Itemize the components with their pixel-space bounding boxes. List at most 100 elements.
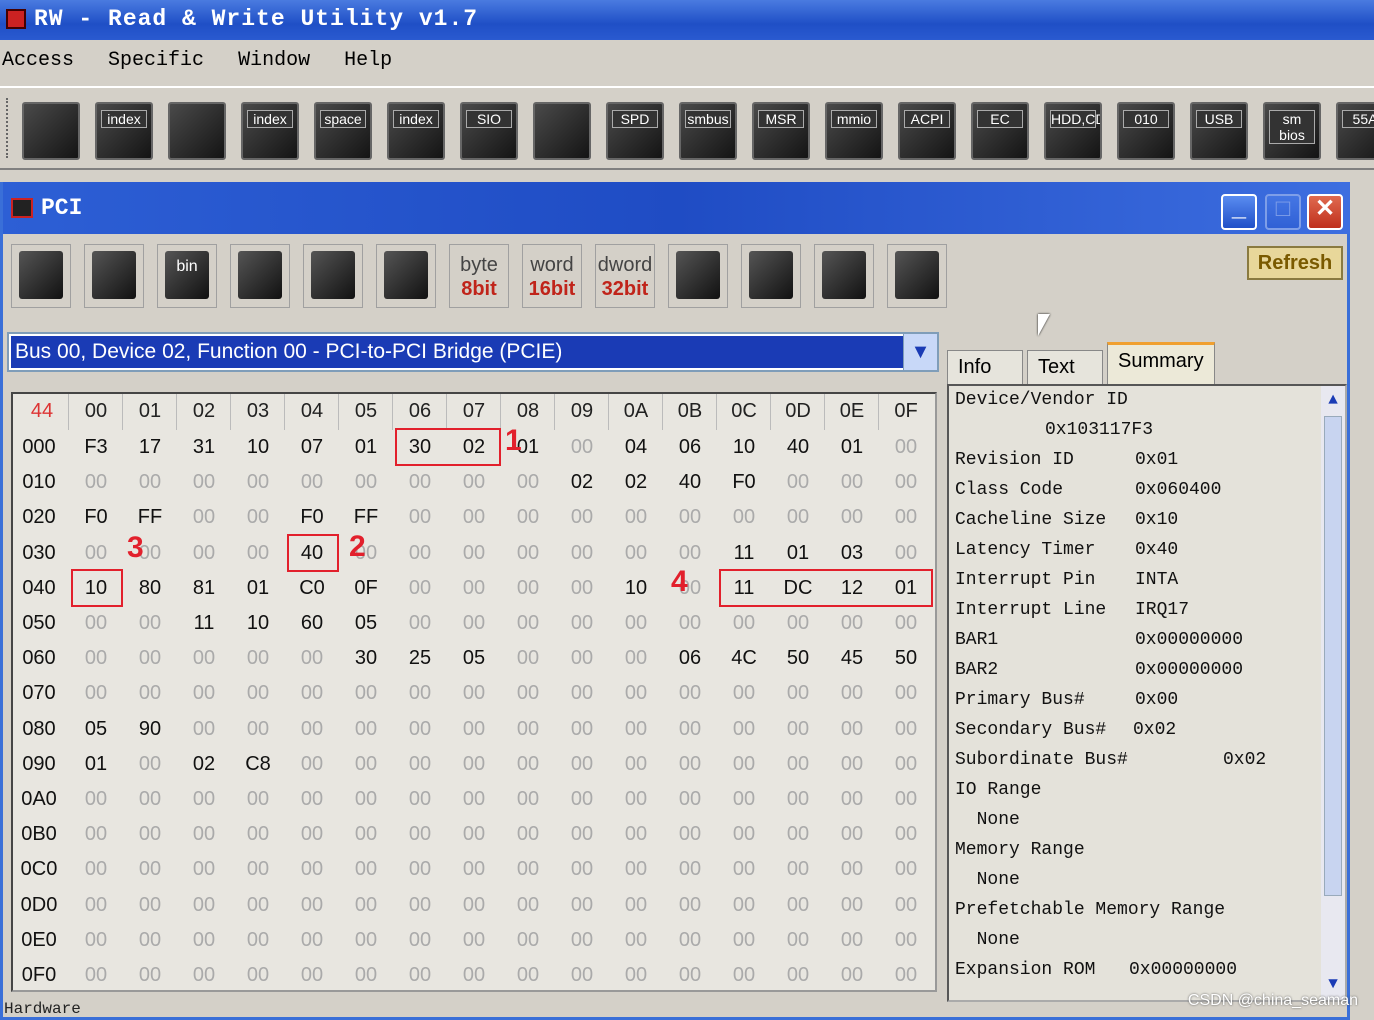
register-cell[interactable]: 17 [123, 430, 177, 464]
register-cell[interactable]: 00 [501, 782, 555, 816]
register-cell[interactable]: 00 [555, 852, 609, 886]
register-cell[interactable]: 00 [285, 923, 339, 957]
register-cell[interactable]: 00 [879, 888, 933, 922]
pci-toolbar-button[interactable] [11, 244, 71, 308]
register-cell[interactable]: C0 [285, 571, 339, 605]
register-cell[interactable]: 05 [69, 712, 123, 746]
device-selector[interactable]: Bus 00, Device 02, Function 00 - PCI-to-… [7, 332, 939, 372]
register-cell[interactable]: 00 [609, 641, 663, 675]
register-cell[interactable]: 00 [177, 465, 231, 499]
register-cell[interactable]: 00 [609, 536, 663, 570]
toolbar-button[interactable]: HDD,CD [1044, 102, 1102, 160]
register-cell[interactable]: 10 [609, 571, 663, 605]
register-cell[interactable]: 00 [879, 536, 933, 570]
register-cell[interactable]: 00 [447, 500, 501, 534]
register-cell[interactable]: 00 [393, 500, 447, 534]
refresh-button[interactable]: Refresh [1247, 246, 1343, 280]
register-cell[interactable]: 00 [177, 641, 231, 675]
register-cell[interactable]: 00 [879, 712, 933, 746]
register-cell[interactable]: 00 [447, 747, 501, 781]
register-cell[interactable]: 00 [663, 782, 717, 816]
register-cell[interactable]: 00 [69, 888, 123, 922]
pci-toolbar-button[interactable] [303, 244, 363, 308]
toolbar-button[interactable]: MSR [752, 102, 810, 160]
pci-toolbar-button[interactable] [814, 244, 874, 308]
register-cell[interactable]: 00 [555, 536, 609, 570]
register-cell[interactable]: 50 [879, 641, 933, 675]
pci-toolbar-button[interactable] [376, 244, 436, 308]
register-cell[interactable]: 00 [825, 747, 879, 781]
register-cell[interactable]: 00 [69, 817, 123, 851]
register-cell[interactable]: 00 [555, 747, 609, 781]
register-cell[interactable]: 07 [285, 430, 339, 464]
register-cell[interactable]: 00 [393, 536, 447, 570]
register-cell[interactable]: 0F [339, 571, 393, 605]
register-cell[interactable]: 00 [771, 747, 825, 781]
register-cell[interactable]: 00 [285, 888, 339, 922]
chevron-down-icon[interactable]: ▼ [903, 334, 937, 370]
register-cell[interactable]: 00 [555, 923, 609, 957]
register-cell[interactable]: FF [123, 500, 177, 534]
register-cell[interactable]: 00 [879, 465, 933, 499]
register-cell[interactable]: 00 [285, 958, 339, 992]
register-cell[interactable]: 00 [663, 923, 717, 957]
tab-text[interactable]: Text [1027, 350, 1103, 384]
register-cell[interactable]: 00 [501, 923, 555, 957]
register-cell[interactable]: 00 [177, 852, 231, 886]
register-cell[interactable]: 00 [663, 852, 717, 886]
register-cell[interactable]: 04 [609, 430, 663, 464]
menu-access[interactable]: Access [2, 42, 74, 80]
register-cell[interactable]: 80 [123, 571, 177, 605]
register-cell[interactable]: 00 [771, 500, 825, 534]
register-cell[interactable]: 00 [393, 676, 447, 710]
close-button[interactable]: ✕ [1307, 194, 1343, 230]
register-cell[interactable]: 00 [285, 817, 339, 851]
register-cell[interactable]: 00 [609, 958, 663, 992]
pci-toolbar-button[interactable] [668, 244, 728, 308]
register-cell[interactable]: 00 [771, 465, 825, 499]
register-cell[interactable]: 00 [393, 888, 447, 922]
register-cell[interactable]: 00 [177, 676, 231, 710]
register-cell[interactable]: 00 [285, 712, 339, 746]
register-cell[interactable]: 00 [231, 958, 285, 992]
register-cell[interactable]: 00 [69, 536, 123, 570]
register-cell[interactable]: 00 [501, 747, 555, 781]
register-cell[interactable]: 00 [501, 817, 555, 851]
register-cell[interactable]: 10 [717, 430, 771, 464]
register-cell[interactable]: 00 [393, 817, 447, 851]
register-cell[interactable]: FF [339, 500, 393, 534]
register-cell[interactable]: 00 [879, 606, 933, 640]
toolbar-button[interactable]: 010 [1117, 102, 1175, 160]
pci-toolbar-button[interactable]: dword 32bit [595, 244, 655, 308]
register-cell[interactable]: 02 [609, 465, 663, 499]
register-cell[interactable]: 00 [501, 712, 555, 746]
register-cell[interactable]: 00 [555, 641, 609, 675]
register-cell[interactable]: 10 [231, 430, 285, 464]
toolbar-button[interactable]: index [387, 102, 445, 160]
register-cell[interactable]: 00 [339, 712, 393, 746]
register-cell[interactable]: 00 [555, 571, 609, 605]
register-cell[interactable]: 45 [825, 641, 879, 675]
register-cell[interactable]: 00 [825, 958, 879, 992]
register-cell[interactable]: 00 [231, 500, 285, 534]
register-cell[interactable]: 00 [555, 782, 609, 816]
register-cell[interactable]: 00 [609, 817, 663, 851]
register-cell[interactable]: 00 [447, 958, 501, 992]
pci-toolbar-button[interactable]: bin [157, 244, 217, 308]
register-cell[interactable]: 00 [717, 712, 771, 746]
register-cell[interactable]: 01 [69, 747, 123, 781]
tab-summary[interactable]: Summary [1107, 342, 1215, 384]
register-cell[interactable]: 00 [825, 852, 879, 886]
register-cell[interactable]: 10 [231, 606, 285, 640]
register-cell[interactable]: 05 [339, 606, 393, 640]
menu-help[interactable]: Help [344, 42, 392, 80]
pci-toolbar-button[interactable]: byte 8bit [449, 244, 509, 308]
register-cell[interactable]: 00 [339, 817, 393, 851]
register-cell[interactable]: 00 [609, 606, 663, 640]
register-cell[interactable]: 00 [69, 641, 123, 675]
register-cell[interactable]: 00 [717, 888, 771, 922]
register-cell[interactable]: 00 [231, 817, 285, 851]
register-cell[interactable]: 00 [447, 536, 501, 570]
register-cell[interactable]: 00 [609, 852, 663, 886]
register-cell[interactable]: 02 [177, 747, 231, 781]
